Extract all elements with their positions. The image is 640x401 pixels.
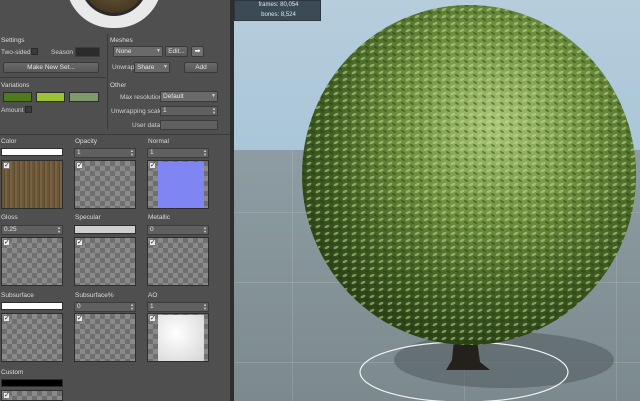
normal-channel-texture[interactable]: ✓ (147, 160, 209, 209)
ao-channel-texture[interactable]: ✓ (147, 313, 209, 362)
subsurface-pct-channel-checkbox[interactable]: ✓ (76, 315, 83, 322)
ao-channel-label: AO (148, 292, 158, 299)
opacity-value-field[interactable]: 1 ▲ ▼ (74, 148, 136, 158)
max-resolution-value: Default (163, 93, 184, 100)
subsurface-pct-channel-texture[interactable]: ✓ (74, 313, 136, 362)
add-mesh-button[interactable]: Add (184, 62, 218, 73)
make-new-set-button[interactable]: Make New Set... (3, 62, 99, 73)
normal-value: 1 (150, 149, 154, 156)
section-divider (0, 134, 230, 135)
opacity-channel-label: Opacity (75, 138, 98, 145)
variation-swatch-3[interactable] (69, 92, 99, 102)
ao-value: 1 (150, 303, 154, 310)
opacity-value: 1 (77, 149, 81, 156)
color-channel-checkbox[interactable]: ✓ (3, 162, 10, 169)
column-divider (107, 34, 108, 130)
metallic-value: 0 (150, 226, 154, 233)
normal-value-field[interactable]: 1 ▲ ▼ (147, 148, 209, 158)
normal-channel-label: Normal (148, 138, 169, 145)
metallic-channel-texture[interactable]: ✓ (147, 237, 209, 286)
gloss-value-field[interactable]: 0.25 ▲ ▼ (1, 225, 63, 235)
metallic-channel-label: Metallic (148, 214, 171, 221)
user-data-field[interactable] (160, 120, 218, 130)
spinner-icon[interactable]: ▲ ▼ (203, 149, 207, 157)
season-field[interactable] (75, 47, 100, 57)
spinner-icon[interactable]: ▲ ▼ (57, 226, 61, 234)
variation-swatch-1[interactable] (3, 92, 32, 102)
chevron-down-icon: ▼ (163, 64, 168, 70)
unwrap-label: Unwrap (112, 64, 135, 71)
properties-panel: Settings Two-sided Season Make New Set..… (0, 0, 230, 401)
bones-stat: bones: 8,524 (261, 12, 296, 18)
subsurface-channel-swatch[interactable] (1, 302, 63, 310)
chevron-down-icon: ▼ (156, 48, 161, 54)
specular-channel-label: Specular (75, 214, 101, 221)
other-header: Other (110, 82, 127, 89)
specular-channel-swatch[interactable] (74, 225, 136, 234)
amount-checkbox[interactable] (25, 106, 32, 113)
mesh-dropdown[interactable]: None ▼ (113, 46, 163, 57)
variation-swatch-2[interactable] (36, 92, 65, 102)
subsurface-pct-value: 0 (77, 303, 81, 310)
max-resolution-label: Max resolution (120, 94, 163, 101)
spinner-icon[interactable]: ▲ ▼ (130, 149, 134, 157)
arrow-button[interactable]: ➡ (191, 46, 204, 57)
subsurface-channel-label: Subsurface (1, 292, 34, 299)
opacity-channel-checkbox[interactable]: ✓ (76, 162, 83, 169)
subsurface-channel-checkbox[interactable]: ✓ (3, 315, 10, 322)
metallic-value-field[interactable]: 0 ▲ ▼ (147, 225, 209, 235)
tree-render (302, 5, 636, 401)
subsurface-pct-value-field[interactable]: 0 ▲ ▼ (74, 302, 136, 312)
unwrap-dropdown[interactable]: Share ▼ (134, 62, 170, 73)
metallic-channel-checkbox[interactable]: ✓ (149, 239, 156, 246)
specular-channel-checkbox[interactable]: ✓ (76, 239, 83, 246)
custom-channel-swatch[interactable] (1, 379, 63, 387)
meshes-header: Meshes (110, 37, 133, 44)
unwrapping-scale-field[interactable]: 1 ▲ ▼ (160, 106, 218, 116)
normal-map-image (158, 162, 204, 208)
normal-channel-checkbox[interactable]: ✓ (149, 162, 156, 169)
user-data-label: User data (132, 122, 161, 129)
custom-channel-checkbox[interactable]: ✓ (3, 392, 10, 399)
custom-channel-texture[interactable]: ✓ (1, 390, 63, 401)
spinner-icon[interactable]: ▲ ▼ (130, 303, 134, 311)
specular-channel-texture[interactable]: ✓ (74, 237, 136, 286)
stats-overlay: frames: 80,054 bones: 8,524 (234, 0, 321, 21)
chevron-down-icon: ▼ (211, 93, 216, 99)
subsurface-channel-texture[interactable]: ✓ (1, 313, 63, 362)
color-channel-swatch[interactable] (1, 148, 63, 156)
spinner-icon[interactable]: ▲ ▼ (212, 107, 216, 115)
arrow-right-icon: ➡ (194, 48, 201, 55)
mesh-dropdown-value: None (116, 48, 132, 55)
max-resolution-dropdown[interactable]: Default ▼ (160, 91, 218, 102)
3d-viewport[interactable]: frames: 80,054 bones: 8,524 (234, 0, 640, 401)
ao-channel-checkbox[interactable]: ✓ (149, 315, 156, 322)
frames-stat: frames: 80,054 (258, 2, 299, 8)
opacity-channel-texture[interactable]: ✓ (74, 160, 136, 209)
gloss-channel-label: Gloss (1, 214, 18, 221)
gloss-channel-texture[interactable]: ✓ (1, 237, 63, 286)
spinner-icon[interactable]: ▲ ▼ (203, 303, 207, 311)
color-channel-label: Color (1, 138, 17, 145)
material-preview-thumbnail (66, 0, 162, 28)
two-sided-checkbox[interactable] (31, 48, 38, 55)
ao-value-field[interactable]: 1 ▲ ▼ (147, 302, 209, 312)
variations-header: Variations (1, 82, 30, 89)
settings-header: Settings (1, 37, 25, 44)
subsurface-pct-channel-label: Subsurface% (75, 292, 114, 299)
two-sided-label: Two-sided (1, 49, 31, 56)
gloss-value: 0.25 (4, 226, 17, 233)
season-label: Season (51, 49, 74, 56)
color-channel-texture[interactable]: ✓ (1, 160, 63, 209)
custom-channel-label: Custom (1, 369, 24, 376)
amount-label: Amount (1, 107, 24, 114)
unwrapping-scale-label: Unwrapping scale (111, 108, 163, 115)
gloss-channel-checkbox[interactable]: ✓ (3, 239, 10, 246)
unwrap-dropdown-value: Share (137, 64, 155, 71)
section-divider (0, 77, 106, 78)
spinner-icon[interactable]: ▲ ▼ (203, 226, 207, 234)
unwrapping-scale-value: 1 (163, 107, 167, 114)
ao-map-image (158, 315, 204, 361)
edit-mesh-button[interactable]: Edit... (165, 46, 188, 57)
